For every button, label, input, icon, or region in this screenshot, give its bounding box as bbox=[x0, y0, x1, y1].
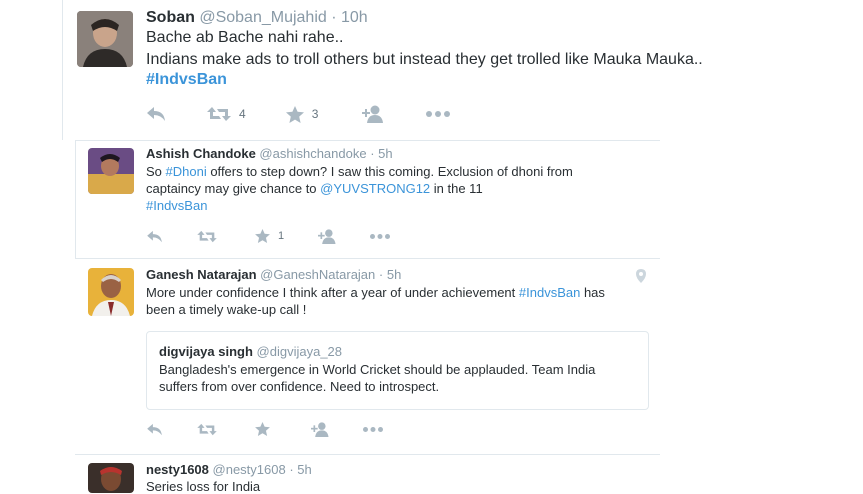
like-count: 3 bbox=[311, 107, 319, 121]
author-handle[interactable]: @GaneshNatarajan bbox=[260, 267, 375, 282]
hashtag-link[interactable]: #IndvsBan bbox=[146, 71, 227, 89]
more-icon bbox=[370, 233, 391, 239]
tweet-text: been a timely wake-up call ! bbox=[146, 302, 307, 317]
text-span: offers to step down? I saw this coming. … bbox=[206, 164, 573, 179]
tweet-text: So #Dhoni offers to step down? I saw thi… bbox=[146, 164, 573, 179]
like-count: 1 bbox=[278, 230, 285, 242]
mention-link[interactable]: @YUVSTRONG12 bbox=[320, 181, 430, 196]
quoted-author-name[interactable]: digvijaya singh bbox=[159, 344, 253, 359]
follow-icon bbox=[311, 421, 329, 437]
more-button[interactable] bbox=[370, 233, 391, 239]
author-handle[interactable]: @nesty1608 bbox=[213, 462, 286, 477]
retweet-button[interactable] bbox=[197, 423, 217, 436]
text-span: More under confidence I think after a ye… bbox=[146, 285, 519, 300]
more-button[interactable] bbox=[426, 111, 451, 117]
more-button[interactable] bbox=[363, 426, 383, 432]
more-icon bbox=[426, 111, 451, 117]
tweet-time[interactable]: · 10h bbox=[331, 9, 367, 26]
tweet-time[interactable]: · 5h bbox=[370, 146, 392, 161]
reply-button[interactable] bbox=[146, 423, 166, 436]
retweet-button[interactable]: 4 bbox=[207, 106, 246, 122]
text-span: captaincy may give chance to bbox=[146, 181, 321, 196]
tweet-text: captaincy may give chance to @YUVSTRONG1… bbox=[146, 181, 483, 196]
reply-icon bbox=[147, 107, 165, 121]
hashtag-link[interactable]: #Dhoni bbox=[166, 164, 207, 179]
star-icon bbox=[285, 105, 304, 123]
hashtag-link[interactable]: #IndvsBan bbox=[519, 285, 580, 300]
follow-button[interactable] bbox=[362, 105, 386, 123]
tweet-text: Bache ab Bache nahi rahe.. bbox=[146, 29, 344, 46]
like-button[interactable] bbox=[255, 422, 270, 436]
author-name[interactable]: Ganesh Natarajan bbox=[146, 267, 257, 282]
like-button[interactable]: 1 bbox=[255, 229, 284, 243]
quoted-tweet-text: suffers from over confidence. Need to in… bbox=[159, 379, 440, 394]
retweet-icon bbox=[207, 107, 231, 121]
retweet-count: 4 bbox=[239, 107, 246, 121]
divider bbox=[75, 140, 660, 141]
follow-button[interactable] bbox=[318, 228, 338, 244]
divider bbox=[75, 140, 76, 258]
quoted-tweet-text: Bangladesh's emergence in World Cricket … bbox=[159, 362, 596, 377]
follow-icon bbox=[362, 105, 384, 123]
retweet-icon bbox=[197, 423, 217, 435]
tweet-text: More under confidence I think after a ye… bbox=[146, 285, 605, 300]
text-span: in the 11 bbox=[430, 181, 483, 196]
reply-icon bbox=[147, 230, 162, 242]
divider bbox=[75, 454, 660, 455]
star-icon bbox=[255, 229, 270, 243]
avatar[interactable] bbox=[88, 268, 134, 316]
reply-icon bbox=[147, 423, 162, 435]
author-handle[interactable]: @Soban_Mujahid bbox=[199, 9, 326, 26]
divider bbox=[75, 258, 660, 259]
follow-button[interactable] bbox=[311, 421, 331, 437]
star-icon bbox=[255, 422, 270, 436]
text-span: has bbox=[580, 285, 605, 300]
author-name[interactable]: Ashish Chandoke bbox=[146, 146, 256, 161]
hashtag-link[interactable]: #IndvsBan bbox=[146, 198, 207, 213]
avatar[interactable] bbox=[88, 148, 134, 194]
retweet-icon bbox=[197, 230, 217, 242]
follow-icon bbox=[318, 228, 336, 244]
tweet-text: Indians make ads to troll others but ins… bbox=[146, 51, 703, 68]
retweet-button[interactable] bbox=[197, 230, 217, 243]
reply-button[interactable] bbox=[146, 230, 166, 243]
more-icon bbox=[363, 426, 383, 432]
author-name[interactable]: Soban bbox=[146, 9, 195, 26]
reply-button[interactable] bbox=[146, 106, 170, 122]
tweet-time[interactable]: · 5h bbox=[379, 267, 401, 282]
tweet-time[interactable]: · 5h bbox=[289, 462, 311, 477]
avatar[interactable] bbox=[77, 11, 133, 67]
location-icon bbox=[636, 269, 646, 288]
author-name[interactable]: nesty1608 bbox=[146, 462, 209, 477]
text-span: So bbox=[146, 164, 166, 179]
like-button[interactable]: 3 bbox=[285, 105, 319, 123]
avatar[interactable] bbox=[88, 463, 134, 493]
tweet-text: Series loss for India bbox=[146, 479, 261, 494]
author-handle[interactable]: @ashishchandoke bbox=[259, 146, 366, 161]
timeline-connector bbox=[62, 0, 63, 140]
quoted-author-handle[interactable]: @digvijaya_28 bbox=[257, 344, 342, 359]
